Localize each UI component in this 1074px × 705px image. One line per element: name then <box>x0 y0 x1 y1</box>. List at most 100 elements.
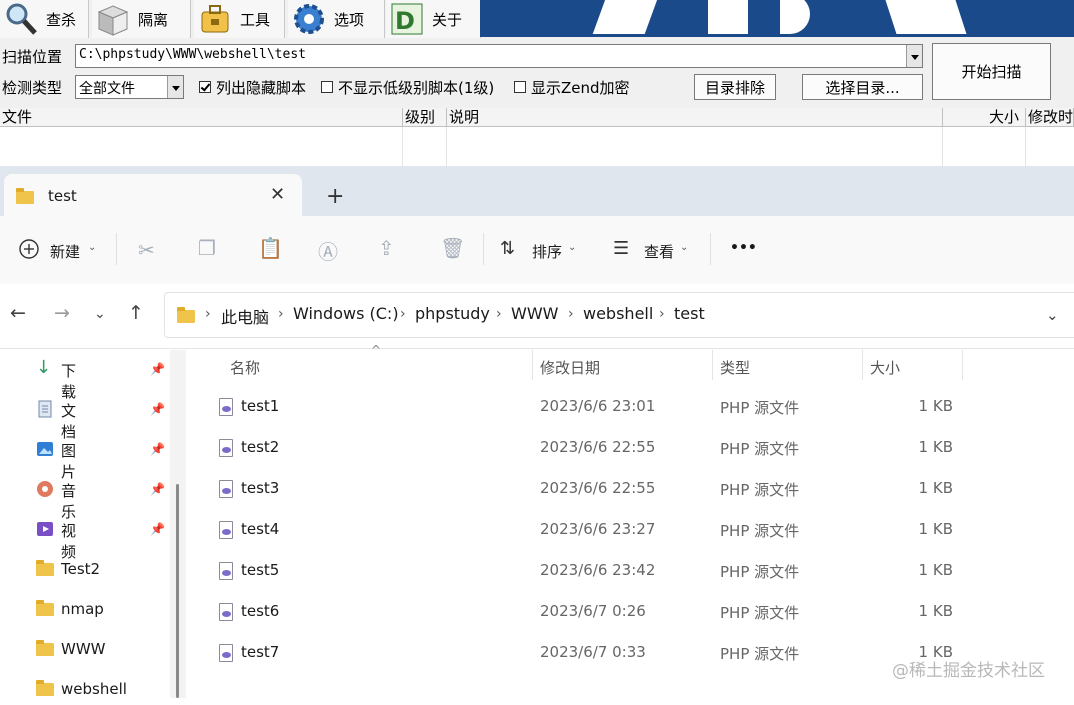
new-label[interactable]: 新建 <box>50 241 80 262</box>
breadcrumb-webshell[interactable]: webshell <box>583 304 653 323</box>
breadcrumb-phpstudy[interactable]: phpstudy <box>415 304 490 323</box>
breadcrumb-test[interactable]: test <box>674 304 705 323</box>
file-size: 1 KB <box>918 479 953 497</box>
recent-chevron-icon[interactable]: ⌄ <box>94 306 106 322</box>
dropdown-arrow-icon[interactable] <box>906 45 922 67</box>
hidden-scripts-label: 列出隐藏脚本 <box>216 79 307 97</box>
pin-icon[interactable]: 📌 <box>150 362 165 376</box>
d-logo-icon: D <box>390 2 424 36</box>
copy-icon[interactable]: ❐ <box>198 236 216 260</box>
detect-type-value: 全部文件 <box>79 81 135 97</box>
php-file-icon <box>219 439 233 457</box>
exclude-dir-button[interactable]: 目录排除 <box>694 74 776 100</box>
video-icon <box>36 520 54 538</box>
scan-path-combo[interactable]: C:\phpstudy\WWW\webshell\test <box>75 44 923 68</box>
column-size[interactable]: 大小 <box>943 108 1026 127</box>
table-row[interactable]: test4 2023/6/6 23:27 PHP 源文件 1 KB <box>200 510 970 551</box>
brand-banner <box>480 0 1074 37</box>
up-arrow-icon[interactable]: ↑ <box>128 302 144 324</box>
share-icon[interactable]: ⇪ <box>378 236 395 260</box>
pin-icon[interactable]: 📌 <box>150 402 165 416</box>
column-modified[interactable]: 修改时 <box>1026 108 1074 127</box>
paste-icon[interactable]: 📋 <box>258 236 283 260</box>
file-size: 1 KB <box>918 602 953 620</box>
scan-kill-button[interactable]: 查杀 <box>0 0 89 38</box>
breadcrumb-this-pc[interactable]: 此电脑 <box>221 304 269 328</box>
file-type: PHP 源文件 <box>720 645 800 663</box>
file-name: test1 <box>241 397 280 415</box>
php-file-icon <box>219 521 233 539</box>
column-header-type[interactable]: 类型 <box>720 357 750 378</box>
table-row[interactable]: test7 2023/6/7 0:33 PHP 源文件 1 KB <box>200 633 970 674</box>
back-arrow-icon[interactable]: ← <box>10 302 26 324</box>
more-icon[interactable]: ••• <box>730 240 757 256</box>
sidebar-item-label: 视频 <box>61 522 77 561</box>
svg-text:D: D <box>395 7 415 35</box>
sidebar-item-label: 图片 <box>61 442 77 481</box>
hidden-scripts-checkbox[interactable] <box>199 81 211 93</box>
chevron-down-icon[interactable]: ⌄ <box>568 242 576 253</box>
chevron-right-icon: › <box>659 306 665 322</box>
forward-arrow-icon[interactable]: → <box>54 302 70 324</box>
chevron-down-icon[interactable]: ⌄ <box>680 242 688 253</box>
table-row[interactable]: test6 2023/6/7 0:26 PHP 源文件 1 KB <box>200 592 970 633</box>
file-date: 2023/6/7 0:33 <box>540 643 646 661</box>
tab-title: test <box>48 187 77 205</box>
sort-ascending-icon: ^ <box>371 343 382 357</box>
column-level[interactable]: 级别 <box>403 108 447 127</box>
chevron-right-icon: › <box>568 306 574 322</box>
file-size: 1 KB <box>918 561 953 579</box>
options-label: 选项 <box>334 10 365 29</box>
table-row[interactable]: test2 2023/6/6 22:55 PHP 源文件 1 KB <box>200 428 970 469</box>
tab-test[interactable]: test ✕ <box>4 174 302 216</box>
table-row[interactable]: test3 2023/6/6 22:55 PHP 源文件 1 KB <box>200 469 970 510</box>
table-row[interactable]: test1 2023/6/6 23:01 PHP 源文件 1 KB <box>200 387 970 428</box>
file-date: 2023/6/6 22:55 <box>540 479 656 497</box>
box-icon <box>96 2 130 36</box>
view-icon[interactable]: ☰ <box>613 238 629 259</box>
zend-checkbox[interactable] <box>514 81 526 93</box>
file-type: PHP 源文件 <box>720 604 800 622</box>
about-button[interactable]: D 关于 <box>386 0 481 38</box>
breadcrumb-c-drive[interactable]: Windows (C:) <box>293 304 399 323</box>
file-date: 2023/6/7 0:26 <box>540 602 646 620</box>
column-description[interactable]: 说明 <box>447 108 943 127</box>
column-header-size[interactable]: 大小 <box>870 357 900 378</box>
breadcrumb-www[interactable]: WWW <box>511 304 558 323</box>
tools-button[interactable]: 工具 <box>194 0 285 38</box>
rename-icon[interactable]: Ⓐ <box>318 236 338 265</box>
pin-icon[interactable]: 📌 <box>150 482 165 496</box>
new-tab-icon[interactable]: + <box>326 184 344 209</box>
php-file-icon <box>219 398 233 416</box>
detect-type-label: 检测类型 <box>2 79 63 97</box>
folder-icon <box>36 680 54 696</box>
dropdown-arrow-icon[interactable] <box>167 76 183 98</box>
file-name: test4 <box>241 520 280 538</box>
column-header-date[interactable]: 修改日期 <box>540 357 600 378</box>
column-file[interactable]: 文件 <box>0 108 403 127</box>
scan-path-label: 扫描位置 <box>2 48 63 66</box>
view-label[interactable]: 查看 <box>644 241 674 262</box>
sort-label[interactable]: 排序 <box>532 241 562 262</box>
sort-icon[interactable]: ⇅ <box>500 238 515 259</box>
quarantine-button[interactable]: 隔离 <box>92 0 191 38</box>
result-list[interactable] <box>0 127 1074 166</box>
column-header-name[interactable]: 名称 <box>230 357 260 378</box>
pin-icon[interactable]: 📌 <box>150 522 165 536</box>
start-scan-button[interactable]: 开始扫描 <box>932 43 1051 100</box>
sidebar-scrollbar-thumb[interactable] <box>176 484 179 698</box>
pin-icon[interactable]: 📌 <box>150 442 165 456</box>
file-type: PHP 源文件 <box>720 522 800 540</box>
close-icon[interactable]: ✕ <box>270 184 285 205</box>
options-button[interactable]: 选项 <box>288 0 385 38</box>
new-button[interactable] <box>18 238 40 260</box>
table-row[interactable]: test5 2023/6/6 23:42 PHP 源文件 1 KB <box>200 551 970 592</box>
cut-icon[interactable]: ✂ <box>138 238 155 262</box>
low-level-checkbox[interactable] <box>321 81 333 93</box>
chevron-down-icon[interactable]: ⌄ <box>88 242 96 253</box>
file-type: PHP 源文件 <box>720 563 800 581</box>
select-dir-button[interactable]: 选择目录... <box>802 74 923 100</box>
address-dropdown-icon[interactable]: ⌄ <box>1046 306 1059 324</box>
detect-type-select[interactable]: 全部文件 <box>75 75 184 99</box>
delete-icon[interactable]: 🗑 <box>440 236 465 260</box>
